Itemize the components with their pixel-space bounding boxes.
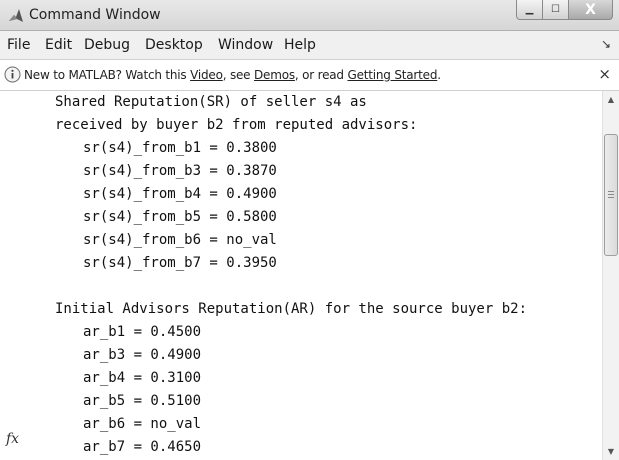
minimize-icon: ▁ [525, 4, 534, 15]
close-button[interactable]: X [569, 0, 613, 20]
output-line: sr(s4)_from_b6 = no_val [83, 232, 277, 248]
menu-desktop[interactable]: Desktop [145, 37, 203, 53]
output-line: sr(s4)_from_b1 = 0.3800 [83, 140, 277, 156]
output-line: received by buyer b2 from reputed adviso… [55, 117, 418, 133]
matlab-logo-icon [9, 9, 23, 22]
output-line: sr(s4)_from_b3 = 0.3870 [83, 163, 277, 179]
video-link[interactable]: Video [190, 68, 223, 82]
window-title: Command Window [29, 7, 161, 23]
fx-icon[interactable]: fx [6, 431, 19, 447]
info-close-icon[interactable]: × [598, 65, 611, 83]
menu-debug[interactable]: Debug [84, 37, 130, 53]
output-line: sr(s4)_from_b7 = 0.3950 [83, 255, 277, 271]
output-line: sr(s4)_from_b5 = 0.5800 [83, 209, 277, 225]
maximize-icon: ☐ [551, 4, 560, 15]
output-line: ar_b7 = 0.4650 [83, 439, 202, 455]
menu-bar: File Edit Debug Desktop Window Help ↘ [0, 31, 619, 60]
title-bar[interactable]: Command Window ▁ ☐ X [0, 0, 619, 31]
info-text-part: . [437, 68, 441, 82]
output-line: sr(s4)_from_b4 = 0.4900 [83, 186, 277, 202]
info-text-part: , or read [294, 68, 348, 82]
info-icon [4, 66, 21, 83]
scroll-down-arrow-icon[interactable]: ▼ [603, 443, 619, 460]
scrollbar-grip-icon [608, 191, 614, 198]
command-window: Command Window ▁ ☐ X File Edit Debug Des… [0, 0, 619, 460]
info-text-part: , see [222, 68, 254, 82]
output-line: Initial Advisors Reputation(AR) for the … [55, 301, 528, 317]
window-controls: ▁ ☐ X [516, 0, 613, 21]
scrollbar-thumb[interactable] [604, 134, 618, 256]
info-text-part: New to MATLAB? Watch this [24, 68, 191, 82]
output-line: ar_b4 = 0.3100 [83, 370, 202, 386]
menu-file[interactable]: File [7, 37, 30, 53]
menu-edit[interactable]: Edit [45, 37, 72, 53]
dock-arrow-icon[interactable]: ↘ [601, 37, 611, 51]
info-bar: New to MATLAB? Watch this Video, see Dem… [0, 60, 619, 91]
minimize-button[interactable]: ▁ [516, 0, 543, 20]
info-message: New to MATLAB? Watch this Video, see Dem… [24, 68, 441, 82]
vertical-scrollbar[interactable]: ▲ ▼ [602, 91, 619, 460]
output-line: ar_b1 = 0.4500 [83, 324, 202, 340]
menu-help[interactable]: Help [284, 37, 316, 53]
command-output-area[interactable]: Shared Reputation(SR) of seller s4 as re… [0, 91, 602, 460]
demos-link[interactable]: Demos [254, 68, 295, 82]
output-line: Shared Reputation(SR) of seller s4 as [55, 94, 367, 110]
maximize-button[interactable]: ☐ [543, 0, 569, 20]
output-line: ar_b3 = 0.4900 [83, 347, 202, 363]
getting-started-link[interactable]: Getting Started [347, 68, 437, 82]
close-icon: X [585, 1, 596, 18]
output-line: ar_b6 = no_val [83, 416, 202, 432]
output-line: ar_b5 = 0.5100 [83, 393, 202, 409]
scroll-up-arrow-icon[interactable]: ▲ [603, 91, 619, 108]
menu-window[interactable]: Window [218, 37, 273, 53]
